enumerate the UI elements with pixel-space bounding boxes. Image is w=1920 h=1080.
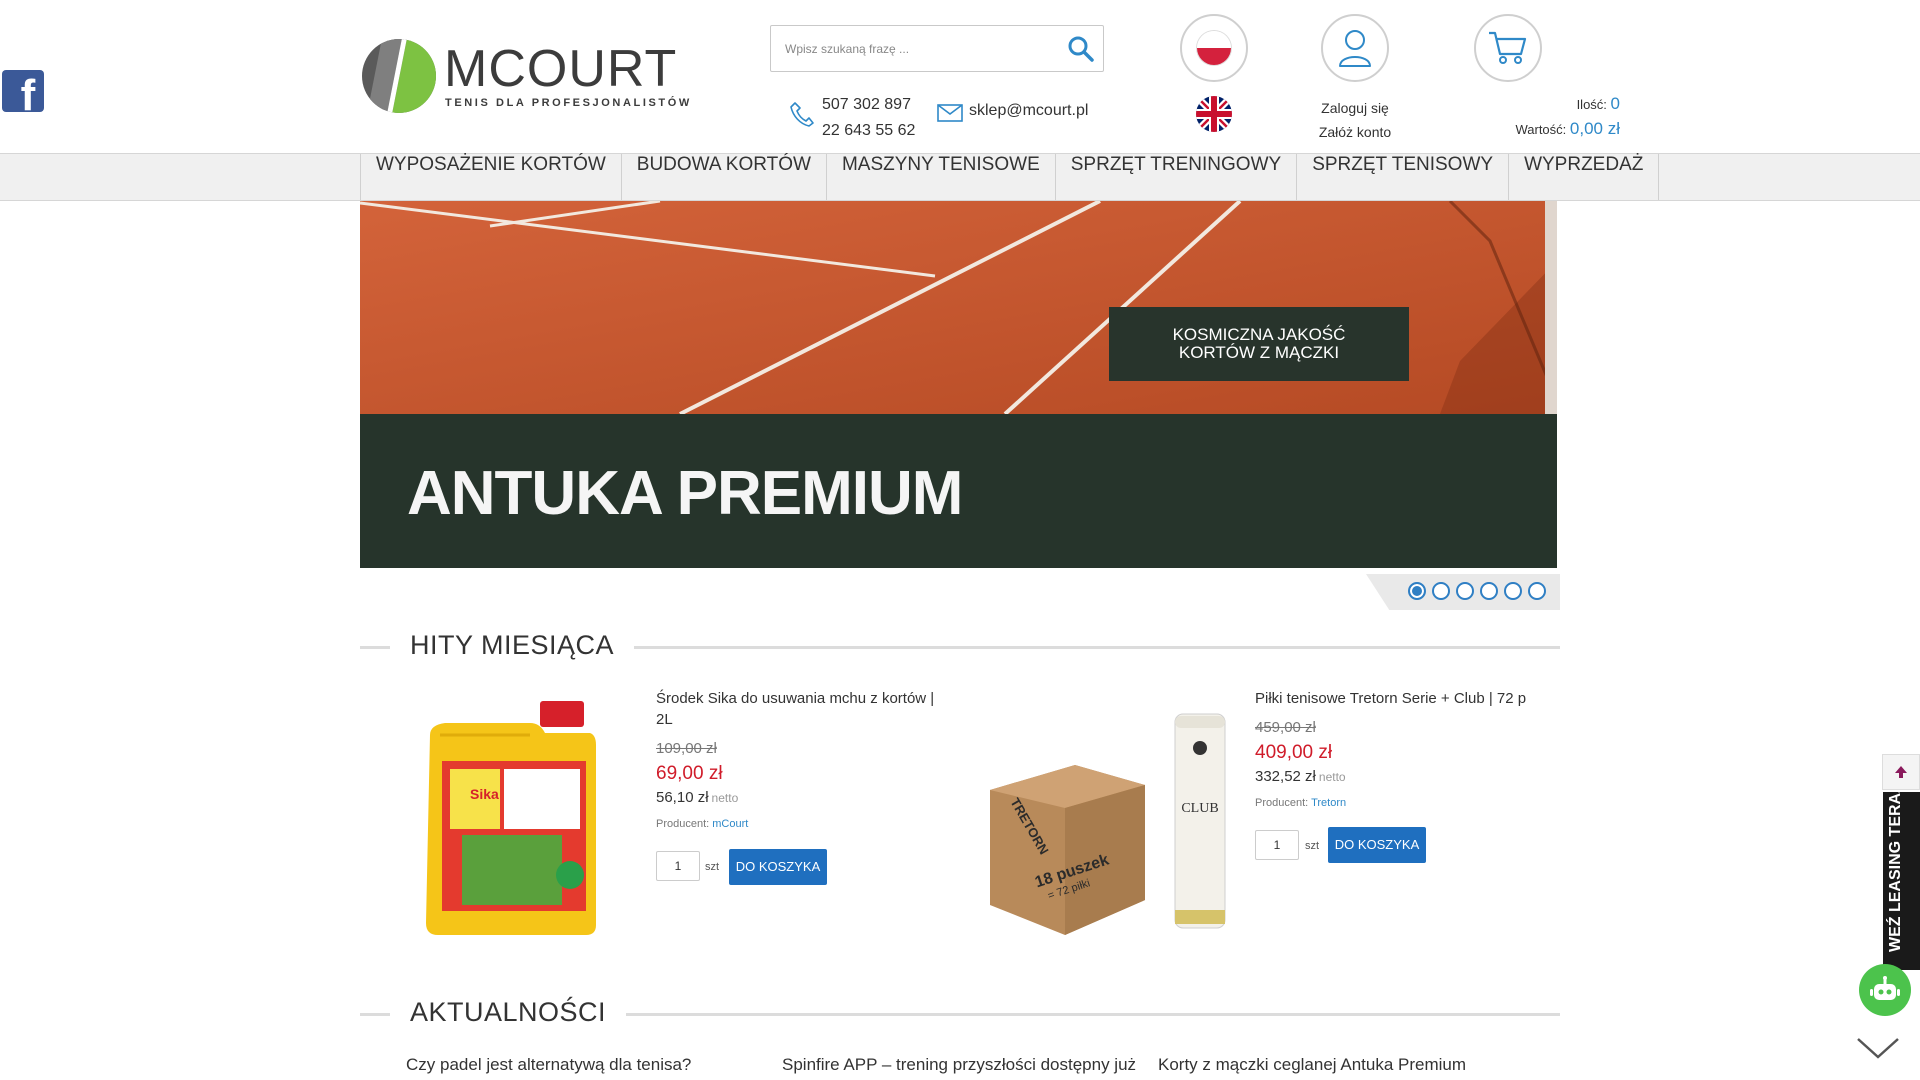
- nav-item-sprzet-tenisowy[interactable]: SPRZĘT TENISOWY: [1297, 154, 1510, 200]
- leasing-tab[interactable]: WEŹ LEASING TERAZ: [1883, 792, 1920, 970]
- quantity-input[interactable]: 1: [1255, 830, 1299, 860]
- scroll-top-button[interactable]: [1882, 754, 1920, 790]
- slider-dot-5[interactable]: [1504, 582, 1522, 600]
- nav-item-wyprzedaz[interactable]: WYPRZEDAŻ: [1509, 154, 1660, 200]
- add-to-cart-button[interactable]: DO KOSZYKA: [1328, 827, 1426, 863]
- phone-2[interactable]: 22 643 55 62: [822, 118, 915, 144]
- logo-tagline: TENIS DLA PROFESJONALISTÓW: [445, 97, 692, 109]
- unit-label: szt: [705, 861, 720, 873]
- account-links: Zaloguj się Załóż konto: [1300, 96, 1410, 144]
- product-old-price: 109,00 zł: [656, 740, 717, 757]
- slide-tagline: KOSMICZNA JAKOŚĆ KORTÓW Z MĄCZKI: [1109, 307, 1409, 381]
- account-button[interactable]: [1321, 14, 1389, 82]
- product-image-tretorn[interactable]: 18 puszek = 72 piłki TRETORN CLUB: [985, 700, 1235, 940]
- nav-item-wyposazenie-kortow[interactable]: WYPOSAŻENIE KORTÓW: [361, 154, 622, 200]
- slide-title-band: ANTUKA PREMIUM: [360, 414, 1557, 568]
- leasing-label: WEŹ LEASING TERAZ: [1887, 792, 1904, 952]
- clay-court-image: KOSMICZNA JAKOŚĆ KORTÓW Z MĄCZKI: [360, 201, 1557, 414]
- product-price: 409,00 zł: [1255, 742, 1333, 763]
- product-producer: Producent: mCourt: [656, 818, 749, 830]
- product-producer: Producent: Tretorn: [1255, 797, 1347, 809]
- robot-icon: [1870, 976, 1900, 1000]
- product-net-price: 332,52 zł netto: [1255, 768, 1346, 785]
- news-item[interactable]: Korty z mączki ceglanej Antuka Premium: [1158, 1055, 1466, 1075]
- slide-title: ANTUKA PREMIUM: [407, 459, 963, 528]
- slider-dot-1[interactable]: [1408, 582, 1426, 600]
- slider-pagination: [1408, 582, 1546, 600]
- producer-link[interactable]: Tretorn: [1311, 797, 1346, 809]
- poland-flag-icon: [1197, 31, 1231, 65]
- uk-flag-icon[interactable]: [1196, 96, 1232, 132]
- slider-dot-6[interactable]: [1528, 582, 1546, 600]
- cart-qty-value: 0: [1610, 94, 1620, 113]
- chevron-down-icon[interactable]: [1856, 1036, 1900, 1060]
- cart-summary[interactable]: Ilość: 0 Wartość: 0,00 zł: [1440, 92, 1620, 142]
- register-link[interactable]: Załóż konto: [1300, 120, 1410, 144]
- search-icon[interactable]: [1067, 35, 1095, 63]
- product-image-sika[interactable]: Sika: [420, 695, 600, 940]
- cart-qty-label: Ilość:: [1576, 97, 1607, 112]
- search-box: [770, 25, 1104, 72]
- news-item[interactable]: Czy padel jest alternatywą dla tenisa?: [406, 1055, 691, 1075]
- news-title: AKTUALNOŚCI: [390, 997, 627, 1028]
- slider-dot-2[interactable]: [1432, 582, 1450, 600]
- phone-icon: [790, 102, 814, 127]
- add-to-cart-button[interactable]: DO KOSZYKA: [729, 849, 827, 885]
- user-icon: [1339, 30, 1371, 67]
- cart-button[interactable]: [1474, 14, 1542, 82]
- logo-mark-icon: [362, 39, 436, 113]
- logo-word: MCOURT: [444, 40, 678, 98]
- search-input[interactable]: [771, 26, 1061, 71]
- arrow-up-icon: [1895, 766, 1907, 778]
- product-name[interactable]: Piłki tenisowe Tretorn Serie + Club | 72…: [1255, 688, 1555, 709]
- cart-icon: [1489, 31, 1527, 64]
- nav-item-sprzet-treningowy[interactable]: SPRZĘT TRENINGOWY: [1056, 154, 1298, 200]
- nav-item-budowa-kortow[interactable]: BUDOWA KORTÓW: [622, 154, 827, 200]
- cart-value: 0,00 zł: [1569, 119, 1620, 138]
- news-item[interactable]: Spinfire APP – trening przyszłości dostę…: [782, 1055, 1136, 1075]
- chatbot-button[interactable]: [1859, 964, 1911, 1016]
- producer-link[interactable]: mCourt: [712, 818, 748, 830]
- can-text: CLUB: [1181, 801, 1218, 816]
- phone-1[interactable]: 507 302 897: [822, 92, 915, 118]
- quantity-input[interactable]: 1: [656, 851, 700, 881]
- sika-label: Sika: [470, 786, 499, 802]
- hero-slider[interactable]: KOSMICZNA JAKOŚĆ KORTÓW Z MĄCZKI ANTUKA P…: [360, 201, 1557, 568]
- cart-value-label: Wartość:: [1515, 122, 1567, 137]
- nav-item-maszyny-tenisowe[interactable]: MASZYNY TENISOWE: [827, 154, 1056, 200]
- email-link[interactable]: sklep@mcourt.pl: [969, 102, 1088, 120]
- facebook-icon[interactable]: f: [2, 70, 44, 112]
- product-price: 69,00 zł: [656, 763, 723, 784]
- product-name[interactable]: Środek Sika do usuwania mchu z kortów | …: [656, 688, 946, 730]
- main-menu: WYPOSAŻENIE KORTÓW BUDOWA KORTÓW MASZYNY…: [360, 154, 1660, 200]
- login-link[interactable]: Zaloguj się: [1300, 96, 1410, 120]
- slider-dot-4[interactable]: [1480, 582, 1498, 600]
- language-pl-button[interactable]: [1180, 14, 1248, 82]
- product-old-price: 459,00 zł: [1255, 719, 1316, 736]
- product-net-price: 56,10 zł netto: [656, 789, 739, 806]
- hits-title: HITY MIESIĄCA: [390, 630, 635, 661]
- slider-dot-3[interactable]: [1456, 582, 1474, 600]
- phone-numbers[interactable]: 507 302 897 22 643 55 62: [822, 92, 915, 144]
- unit-label: szt: [1305, 840, 1320, 852]
- mail-icon: [937, 104, 963, 122]
- site-logo[interactable]: MCOURT TENIS DLA PROFESJONALISTÓW: [362, 38, 692, 118]
- main-navbar: WYPOSAŻENIE KORTÓW BUDOWA KORTÓW MASZYNY…: [0, 153, 1920, 201]
